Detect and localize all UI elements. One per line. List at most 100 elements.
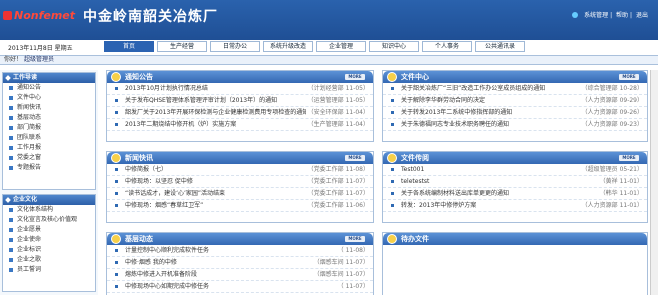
sidebar-item-briefing[interactable]: 部门简报 <box>3 123 95 133</box>
pending-panel: 待办文件 <box>382 232 648 295</box>
sidebar-item-files[interactable]: 文件中心 <box>3 93 95 103</box>
notice-more-button[interactable]: MORE <box>345 74 365 80</box>
list-item[interactable]: 关于转发2013年二系统中修指挥部的通知 （人力资源部 09-26） <box>383 107 647 119</box>
list-item[interactable]: 关于朱德福同志专业技术职务聘任的通知 （人力资源部 09-23） <box>383 119 647 131</box>
sidebar-item-logo[interactable]: 企业标识 <box>3 245 95 255</box>
sidebar-item-mission[interactable]: 企业使命 <box>3 235 95 245</box>
sidebar-item-culture-system[interactable]: 文化体系结构 <box>3 205 95 215</box>
item-title: 关于转发2013年二系统中修指挥部的通知 <box>401 109 513 116</box>
item-title: 关于解除李华群劳动合同的决定 <box>401 97 486 104</box>
tab-upgrade[interactable]: 系统升级改造 <box>263 41 313 52</box>
item-title: “读书话成才，建设‘心’家园”活动结束 <box>125 190 226 197</box>
sidebar-item-oath[interactable]: 员工誓词 <box>3 265 95 275</box>
item-title: 关于朱德福同志专业技术职务聘任的通知 <box>401 121 510 128</box>
grassroots-panel: 基层动态 MORE 计量控制中心顺利完成软件任务 （ 11-08） 中修·烟感 我的… <box>106 232 374 295</box>
sidebar-item-news[interactable]: 新闻快讯 <box>3 103 95 113</box>
item-meta: （综合管理部 10-28） <box>579 83 643 94</box>
list-item[interactable]: 中修现场中心如期完成中修任务 （ 11-07） <box>107 281 373 293</box>
item-title: 计量控制中心顺利完成软件任务 <box>125 247 210 254</box>
item-meta: （党委工作部 11-06） <box>305 200 369 211</box>
news-panel: 新闻快讯 MORE 中修简报（七） （党委工作部 11-08） 中修现场：以坚忍 促… <box>106 151 374 223</box>
item-title: 关于韶关冶炼厂“三旧”改造工作办公室成员组成的通知 <box>401 85 546 92</box>
list-item[interactable]: 转发：2013年中修停炉方案 （人力资源部 11-01） <box>383 200 647 212</box>
grassroots-header: 基层动态 MORE <box>107 233 373 245</box>
files-panel: 文件中心 MORE 关于韶关冶炼厂“三旧”改造工作办公室成员组成的通知 （综合管理部… <box>382 70 648 142</box>
tab-directory[interactable]: 公共通讯录 <box>475 41 525 52</box>
item-meta: （人力资源部 09-29） <box>579 95 643 106</box>
list-item[interactable]: 中修·烟感 我的中修 （烟感车间 11-07） <box>107 257 373 269</box>
item-title: 韶发厂关于2013年开展环保检测与企业健康检测费用专项检查的通知 <box>125 109 309 116</box>
item-title: 中修现场中心如期完成中修任务 <box>125 283 210 290</box>
tab-production[interactable]: 生产经营 <box>157 41 207 52</box>
item-meta: （ 11-08） <box>335 245 369 256</box>
list-item[interactable]: teletestst （黄祥 11-01） <box>383 176 647 188</box>
tab-office[interactable]: 日常办公 <box>210 41 260 52</box>
current-user[interactable]: 超级管理员 <box>24 56 54 63</box>
grassroots-more-button[interactable]: MORE <box>345 236 365 242</box>
list-item[interactable]: 关于解除李华群劳动合同的决定 （人力资源部 09-29） <box>383 95 647 107</box>
current-date: 2013年11月8日 星期五 <box>8 45 73 52</box>
sidebar-item-party[interactable]: 党委之窗 <box>3 153 95 163</box>
tab-management[interactable]: 企业管理 <box>316 41 366 52</box>
list-item[interactable]: 关于发布QHSE管理体系管理评审计划（2013年）的通知 （运营管理部 11-05… <box>107 95 373 107</box>
sidebar-item-monthly[interactable]: 工作月报 <box>3 143 95 153</box>
culture-box: 企业文化 文化体系结构 文化宣言及核心价值观 企业愿景 企业使命 企业标识 企业… <box>2 194 96 292</box>
sidebar-item-culture-values[interactable]: 文化宣言及核心价值观 <box>3 215 95 225</box>
forward-header: 文件传阅 MORE <box>383 152 647 164</box>
list-item[interactable]: 韶发厂关于2013年开展环保检测与企业健康检测费用专项检查的通知 （安全环保部 1… <box>107 107 373 119</box>
list-item[interactable]: 中修简报（七） （党委工作部 11-08） <box>107 164 373 176</box>
list-item[interactable]: Test001 （超级管理员 05-21） <box>383 164 647 176</box>
user-icon <box>572 12 579 18</box>
item-title: 2013年二期烧结中修开机（炉）实施方案 <box>125 121 237 128</box>
item-meta: （ 11-07） <box>335 281 369 292</box>
welcome-label: 你好！ <box>4 56 23 63</box>
welcome-bar: 你好！ 超级管理员 <box>0 55 658 65</box>
tab-personal[interactable]: 个人事务 <box>422 41 472 52</box>
files-more-button[interactable]: MORE <box>619 74 639 80</box>
item-meta: （黄祥 11-01） <box>597 176 643 187</box>
item-title: 中修·烟感 我的中修 <box>125 259 177 266</box>
list-item[interactable]: 中修现场：烟感“春草红卫军” （党委工作部 11-06） <box>107 200 373 212</box>
item-title: 中修现场：以坚忍 促中修 <box>125 178 193 185</box>
notice-icon <box>111 72 121 82</box>
item-title: 2013年10月计划执行情况总结 <box>125 85 208 92</box>
grassroots-title: 基层动态 <box>125 235 153 243</box>
list-item[interactable]: 关于韶关冶炼厂“三旧”改造工作办公室成员组成的通知 （综合管理部 10-28） <box>383 83 647 95</box>
system-admin-link[interactable]: 系统管理 <box>584 12 608 19</box>
sidebar-item-report[interactable]: 专题报告 <box>3 163 95 173</box>
logout-link[interactable]: 退出 <box>636 12 648 19</box>
item-title: 转发：2013年中修停炉方案 <box>401 202 477 209</box>
list-item[interactable]: 2013年二期烧结中修开机（炉）实施方案 （生产管理部 11-04） <box>107 119 373 131</box>
notice-panel: 通知公告 MORE 2013年10月计划执行情况总结 （计划经营部 11-05） 关… <box>106 70 374 142</box>
item-meta: （生产管理部 11-04） <box>305 119 369 130</box>
sidebar-item-vision[interactable]: 企业愿景 <box>3 225 95 235</box>
sidebar-item-team[interactable]: 团队联系 <box>3 133 95 143</box>
item-meta: （烟感车间 11-07） <box>311 269 369 280</box>
sidebar-item-notice[interactable]: 通知公告 <box>3 83 95 93</box>
list-item[interactable]: 熔炼中修进入开机准备阶段 （烟感车间 11-07） <box>107 269 373 281</box>
header-links: 系统管理 | 帮助 | 退出 <box>570 10 650 19</box>
item-meta: （党委工作部 11-07） <box>305 176 369 187</box>
tab-home[interactable]: 首页 <box>104 41 154 52</box>
item-meta: （运营管理部 11-05） <box>305 95 369 106</box>
list-item[interactable]: “读书话成才，建设‘心’家园”活动结束 （党委工作部 11-07） <box>107 188 373 200</box>
vertical-scrollbar[interactable] <box>650 70 658 295</box>
item-title: 熔炼中修进入开机准备阶段 <box>125 271 198 278</box>
grassroots-icon <box>111 234 121 244</box>
pending-header: 待办文件 <box>383 233 647 245</box>
forward-more-button[interactable]: MORE <box>619 155 639 161</box>
help-link[interactable]: 帮助 <box>616 12 628 19</box>
item-meta: （烟感车间 11-07） <box>311 257 369 268</box>
news-more-button[interactable]: MORE <box>345 155 365 161</box>
list-item[interactable]: 2013年10月计划执行情况总结 （计划经营部 11-05） <box>107 83 373 95</box>
notice-header: 通知公告 MORE <box>107 71 373 83</box>
list-item[interactable]: 关于各系统编制材料送出库单更更的通知 （韩华 11-01） <box>383 188 647 200</box>
list-item[interactable]: 计量控制中心顺利完成软件任务 （ 11-08） <box>107 245 373 257</box>
item-meta: （人力资源部 11-01） <box>579 200 643 211</box>
tab-knowledge[interactable]: 知识中心 <box>369 41 419 52</box>
sidebar-item-song[interactable]: 企业之歌 <box>3 255 95 265</box>
list-item[interactable]: 中修现场：以坚忍 促中修 （党委工作部 11-07） <box>107 176 373 188</box>
item-meta: （计划经营部 11-05） <box>305 83 369 94</box>
sidebar-item-grassroots[interactable]: 基层动态 <box>3 113 95 123</box>
forward-title: 文件传阅 <box>401 154 429 162</box>
